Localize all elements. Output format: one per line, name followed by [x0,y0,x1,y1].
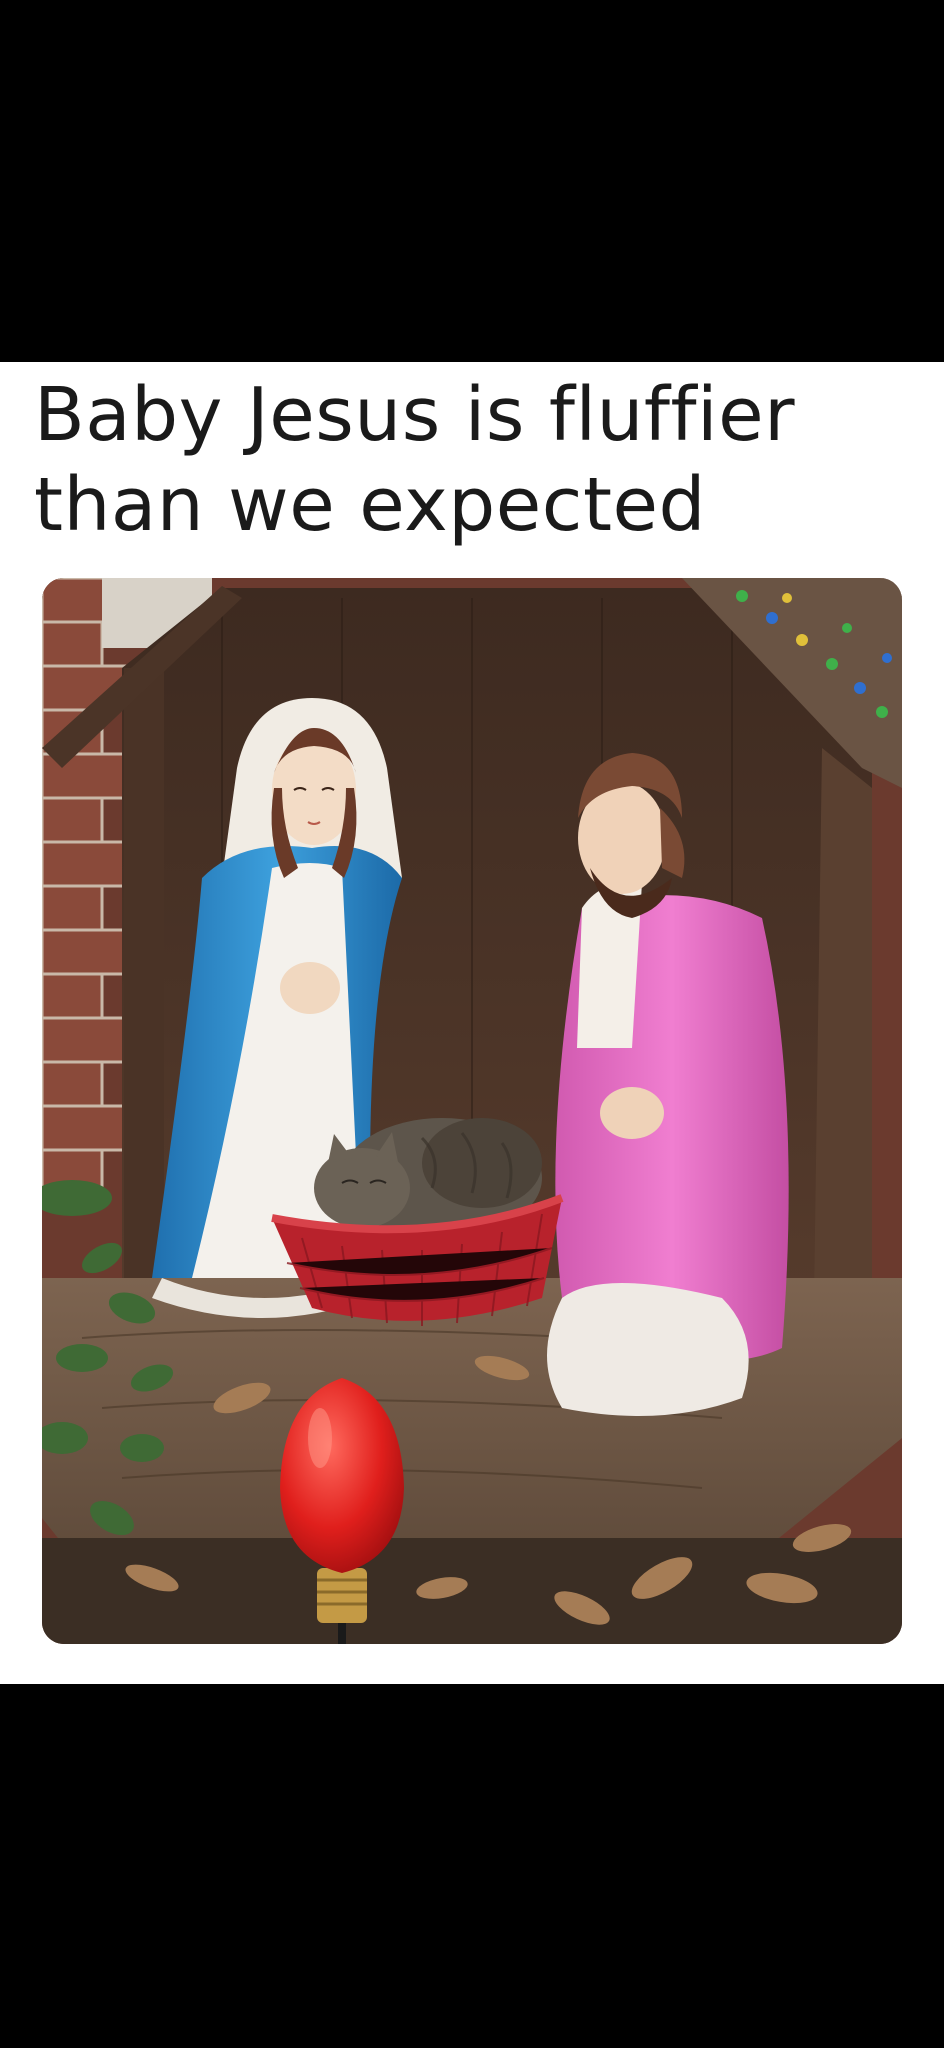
meme-card: Baby Jesus is fluffier than we expected [0,362,944,1684]
caption-line-2: than we expected [34,462,706,548]
caption-line-1: Baby Jesus is fluffier [34,372,796,458]
nativity-photo [42,578,902,1644]
meme-caption: Baby Jesus is fluffier than we expected [34,370,914,550]
bottom-black-bar [0,1684,944,2048]
top-black-bar [0,0,944,362]
